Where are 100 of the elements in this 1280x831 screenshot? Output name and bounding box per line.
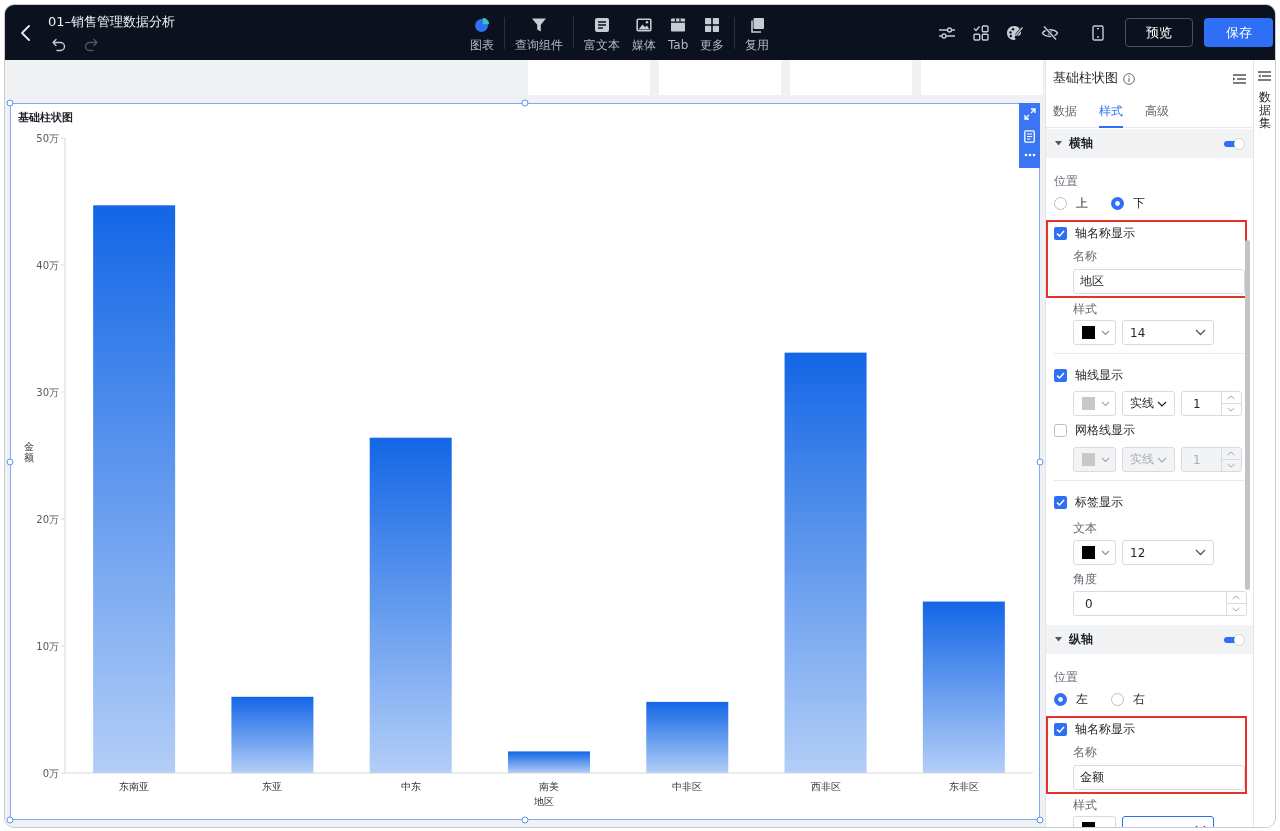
category-label: 南美: [539, 781, 559, 792]
bar[interactable]: [231, 696, 314, 773]
field-label: 名称: [1073, 744, 1098, 761]
checkbox[interactable]: [1054, 722, 1067, 736]
checkbox-label[interactable]: 标签显示: [1075, 493, 1123, 511]
chevron-down-icon: [1157, 456, 1167, 463]
resize-handle[interactable]: [521, 816, 529, 824]
field-label: 位置: [1054, 173, 1079, 190]
axis-title: 金额: [24, 441, 34, 463]
section-title: 纵轴: [1069, 631, 1093, 648]
chevron-down-icon: [1101, 549, 1110, 556]
chevron-down-icon: [1101, 400, 1110, 407]
list-arrow-icon[interactable]: [1258, 71, 1271, 81]
palette-icon[interactable]: [1006, 24, 1024, 41]
radio-label[interactable]: 下: [1133, 194, 1145, 212]
toolbar-button[interactable]: 复用: [739, 16, 776, 52]
axis-title: 地区: [534, 796, 554, 807]
menu-icon[interactable]: [1233, 73, 1246, 84]
radio-label[interactable]: 左: [1076, 690, 1088, 708]
phone-icon[interactable]: [1092, 24, 1104, 41]
section-header[interactable]: 纵轴: [1046, 625, 1253, 654]
tab[interactable]: 数据: [1053, 97, 1077, 128]
resize-handle[interactable]: [1036, 458, 1044, 465]
chevron-down-icon: [1195, 549, 1206, 556]
resize-handle[interactable]: [6, 816, 14, 824]
bar[interactable]: [784, 352, 867, 773]
dataset-tab[interactable]: 数据集: [1258, 91, 1271, 131]
chevron-down-icon: [1157, 400, 1167, 407]
category-label: 中非区: [672, 781, 703, 792]
toolbar-button[interactable]: 媒体: [626, 16, 662, 52]
sliders-icon[interactable]: [938, 24, 956, 41]
save-button[interactable]: 保存: [1204, 18, 1273, 47]
more-icon[interactable]: [1023, 153, 1036, 157]
select[interactable]: 12: [1122, 540, 1214, 565]
category-label: 东非区: [948, 781, 979, 792]
radio-button[interactable]: [1111, 196, 1124, 210]
radio-button[interactable]: [1054, 196, 1067, 210]
info-icon[interactable]: [1123, 72, 1135, 85]
resize-handle[interactable]: [1036, 816, 1044, 824]
back-icon[interactable]: [21, 24, 30, 41]
checkbox-label[interactable]: 网格线显示: [1075, 421, 1135, 439]
toggle-switch[interactable]: [1224, 138, 1244, 149]
color-select[interactable]: [1073, 391, 1116, 416]
bar[interactable]: [93, 205, 176, 773]
color-select[interactable]: [1073, 540, 1116, 565]
toolbar-button[interactable]: 更多: [694, 16, 731, 52]
resize-handle[interactable]: [6, 99, 14, 107]
toolbar-button[interactable]: 富文本: [578, 16, 626, 52]
select[interactable]: 14: [1122, 320, 1214, 345]
chevron-down-icon: [1101, 456, 1110, 463]
checkbox[interactable]: [1054, 423, 1067, 437]
checklist-grid-icon[interactable]: [973, 24, 989, 41]
toolbar-button[interactable]: 图表: [464, 16, 500, 52]
select[interactable]: 实线: [1122, 391, 1175, 416]
checkbox-label[interactable]: 轴名称显示: [1075, 224, 1135, 242]
chart-title: 基础柱状图: [17, 110, 74, 126]
grid-icon: [704, 16, 721, 33]
expand-icon[interactable]: [1023, 108, 1036, 120]
checkbox[interactable]: [1054, 495, 1067, 509]
bar[interactable]: [922, 601, 1005, 773]
eye-off-icon[interactable]: [1041, 24, 1059, 41]
radio-label[interactable]: 上: [1076, 194, 1088, 212]
toolbar-button[interactable]: Tab: [662, 16, 695, 52]
radio-button[interactable]: [1054, 692, 1067, 706]
category-label: 东亚: [262, 781, 283, 792]
toolbar-button[interactable]: 查询组件: [509, 16, 569, 52]
checkbox-label[interactable]: 轴名称显示: [1075, 720, 1135, 738]
radio-button[interactable]: [1111, 692, 1124, 706]
radio-label[interactable]: 右: [1133, 690, 1145, 708]
pie-chart-icon: [474, 16, 490, 33]
caret-down-icon[interactable]: [1055, 637, 1062, 642]
caret-down-icon[interactable]: [1055, 141, 1062, 146]
toggle-switch[interactable]: [1224, 634, 1244, 645]
field-label: 名称: [1073, 248, 1098, 265]
undo-icon[interactable]: [52, 37, 66, 52]
checkbox-label[interactable]: 轴线显示: [1075, 366, 1123, 384]
tab-window-icon: [670, 16, 687, 33]
bar[interactable]: [508, 751, 590, 773]
document-icon[interactable]: [1024, 130, 1035, 143]
section-header[interactable]: 横轴: [1046, 129, 1253, 158]
scrollbar-thumb[interactable]: [1245, 240, 1250, 590]
number-input[interactable]: 0: [1073, 591, 1247, 616]
image-icon: [636, 16, 652, 33]
preview-button[interactable]: 预览: [1125, 18, 1193, 47]
bar[interactable]: [646, 701, 729, 773]
color-select[interactable]: [1073, 447, 1116, 472]
chevron-down-icon: [1101, 329, 1110, 336]
checkbox[interactable]: [1054, 368, 1067, 382]
field-label: 角度: [1073, 571, 1098, 588]
chevron-down-icon: [1195, 329, 1206, 336]
checkbox[interactable]: [1054, 226, 1067, 240]
resize-handle[interactable]: [6, 458, 14, 465]
text-input[interactable]: 地区: [1073, 269, 1245, 294]
color-select[interactable]: [1073, 320, 1116, 345]
tab[interactable]: 高级: [1145, 97, 1169, 128]
text-input[interactable]: 金额: [1073, 765, 1245, 790]
resize-handle[interactable]: [521, 99, 529, 107]
number-input[interactable]: 1: [1181, 391, 1242, 416]
copy-icon: [749, 16, 766, 33]
bar[interactable]: [369, 437, 452, 773]
